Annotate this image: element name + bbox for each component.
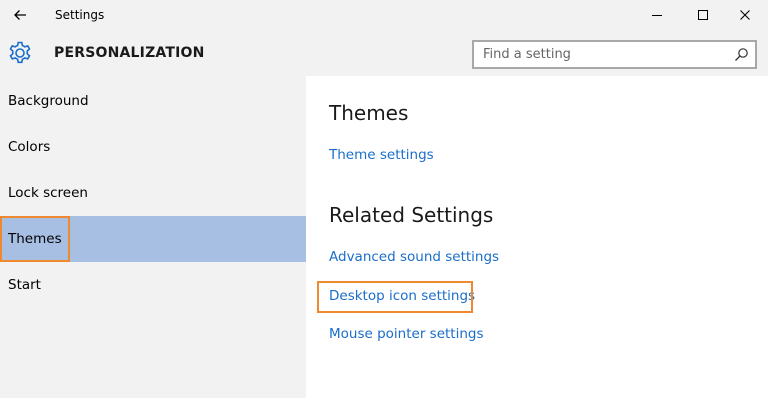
settings-window: Settings PERSONALIZATION Find a setting … — [0, 0, 768, 398]
search-box[interactable] — [472, 40, 757, 69]
maximize-icon — [698, 10, 708, 20]
sidebar-item-colors[interactable]: Colors — [0, 124, 306, 170]
minimize-icon — [652, 15, 662, 16]
maximize-button[interactable] — [680, 0, 726, 30]
title-bar: Settings — [0, 0, 768, 30]
minimize-button[interactable] — [634, 0, 680, 30]
related-settings-heading: Related Settings — [329, 203, 494, 227]
sidebar-nav: Background Colors Lock screen Themes Sta… — [0, 76, 306, 398]
advanced-sound-settings-link[interactable]: Advanced sound settings — [329, 249, 499, 265]
sidebar-item-label: Background — [8, 93, 89, 109]
search-input[interactable] — [474, 42, 733, 67]
theme-settings-link[interactable]: Theme settings — [329, 147, 434, 163]
mouse-pointer-settings-link[interactable]: Mouse pointer settings — [329, 326, 484, 342]
page-title: PERSONALIZATION — [54, 45, 205, 61]
sidebar-item-label: Start — [8, 277, 41, 293]
back-arrow-icon — [14, 10, 26, 20]
search-icon[interactable] — [734, 47, 749, 62]
gear-icon — [9, 41, 31, 64]
main-content: Themes Theme settings Related Settings A… — [306, 76, 768, 398]
desktop-icon-highlight-outline — [317, 281, 473, 313]
back-button[interactable] — [4, 0, 36, 30]
themes-highlight-outline — [0, 216, 70, 262]
window-title: Settings — [55, 8, 105, 22]
sidebar-item-label: Lock screen — [8, 185, 88, 201]
sidebar-item-start[interactable]: Start — [0, 262, 306, 308]
close-icon — [740, 10, 750, 20]
page-header: PERSONALIZATION — [0, 30, 768, 76]
sidebar-item-background[interactable]: Background — [0, 78, 306, 124]
sidebar-item-lock-screen[interactable]: Lock screen — [0, 170, 306, 216]
themes-heading: Themes — [329, 101, 409, 125]
sidebar-item-label: Colors — [8, 139, 51, 155]
sidebar-item-themes[interactable]: Themes — [0, 216, 306, 262]
close-button[interactable] — [722, 0, 768, 30]
